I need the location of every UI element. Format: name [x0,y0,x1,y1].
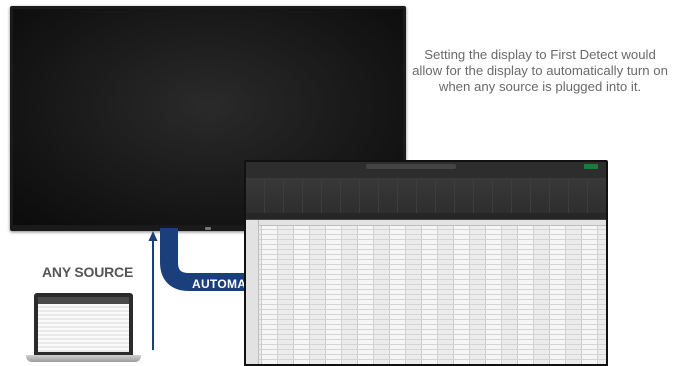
laptop-base [26,355,141,362]
spreadsheet-share-button [584,164,598,169]
laptop-icon [26,293,141,366]
spreadsheet-ribbon [246,179,606,213]
spreadsheet-grid [246,220,606,364]
laptop-lid [34,293,133,355]
any-source-label: ANY SOURCE [42,264,134,280]
laptop-screen [38,297,129,352]
spreadsheet-menu-bar [246,171,606,179]
source-cable-arrowhead [148,231,158,241]
spreadsheet-formula-bar [246,213,606,220]
spreadsheet-window [244,160,608,366]
spreadsheet-search-box [366,164,456,169]
spreadsheet-column-header [246,220,606,226]
spreadsheet-row-header [246,220,259,364]
spreadsheet-title-bar [246,162,606,171]
